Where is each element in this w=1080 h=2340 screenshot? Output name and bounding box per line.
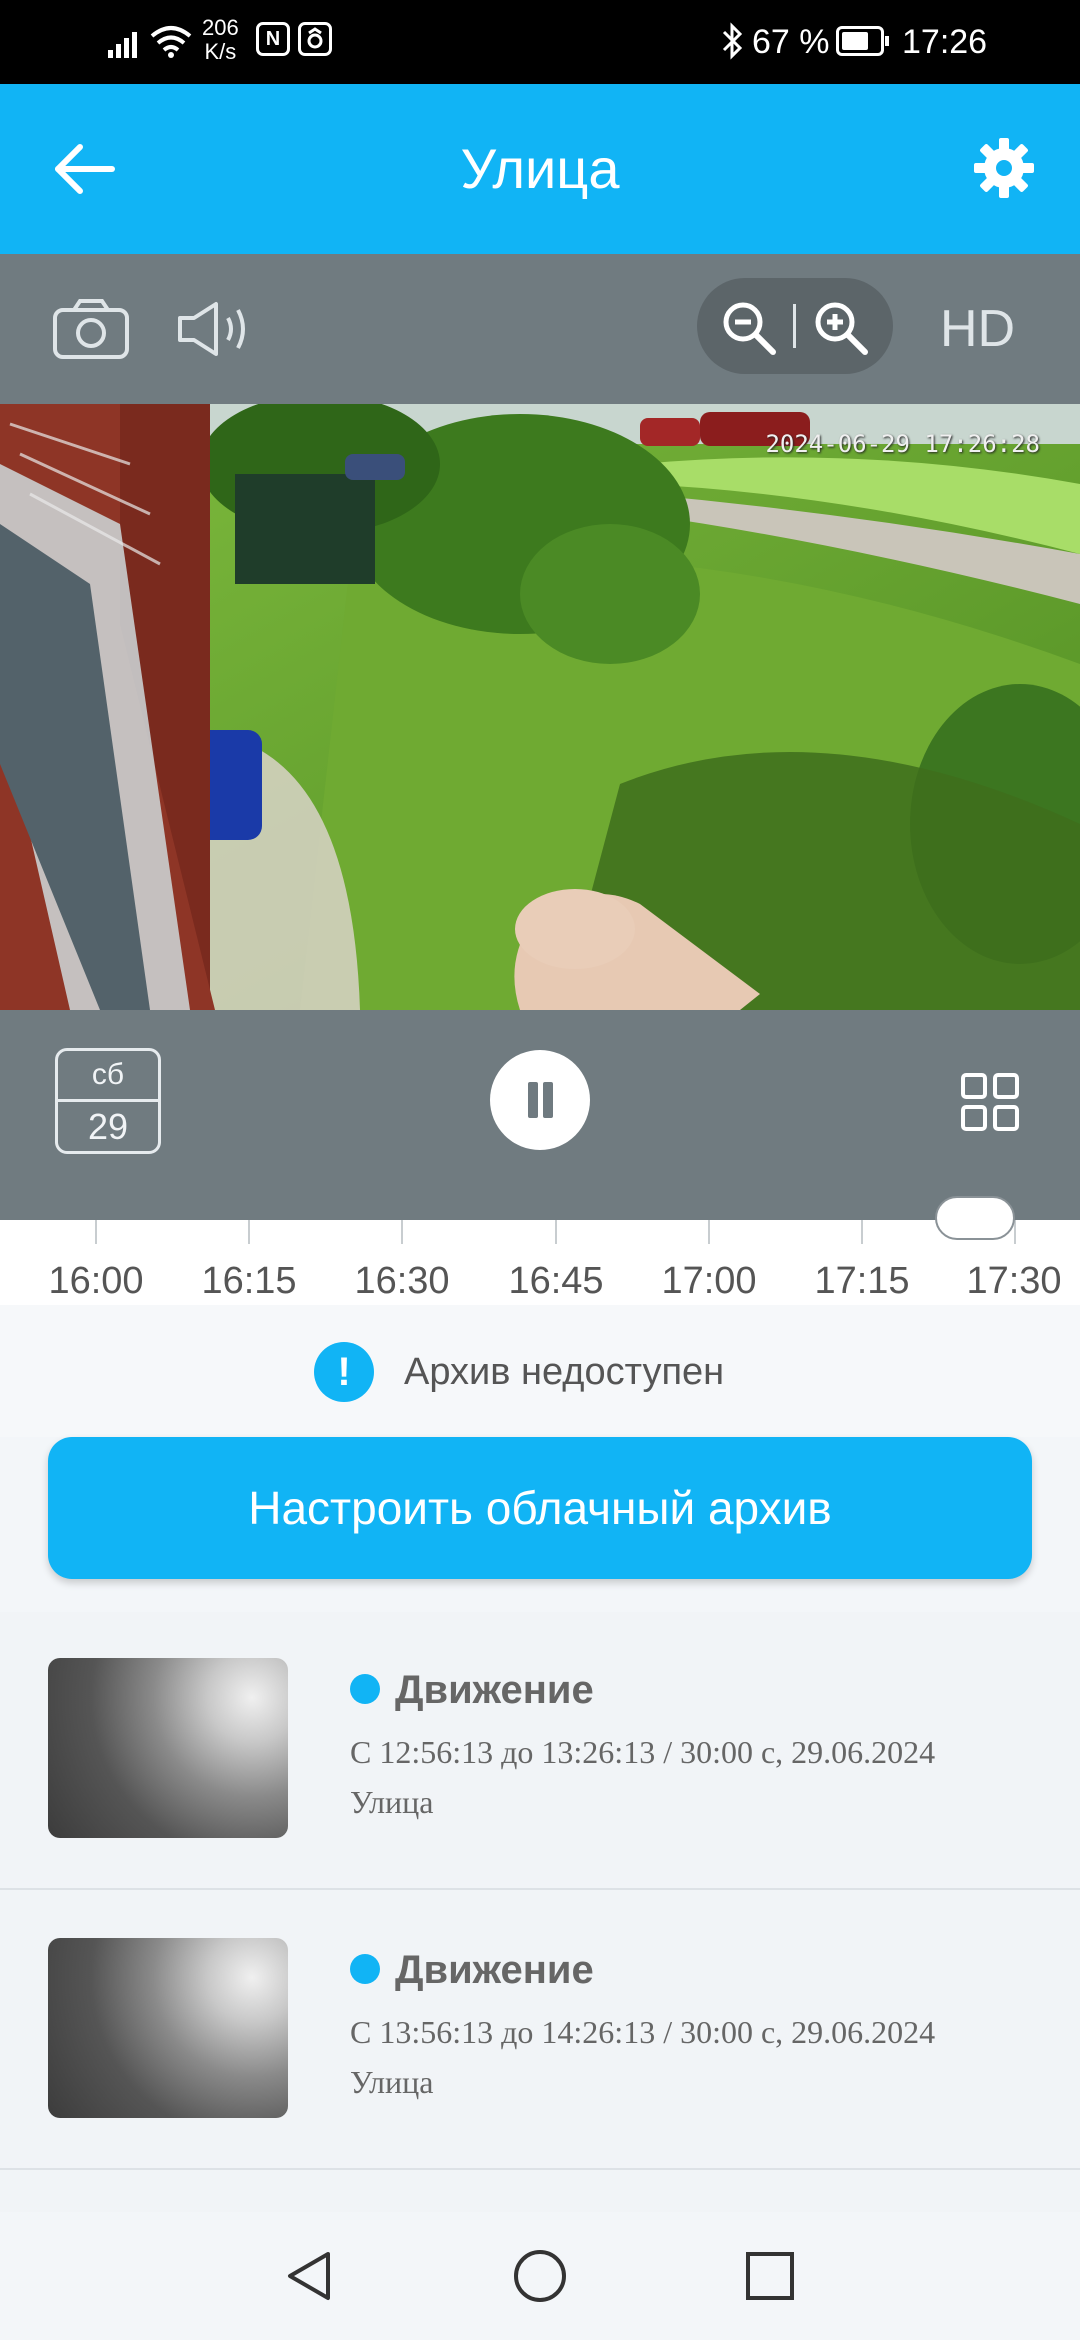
video-timestamp: 2024-06-29 17:26:28 bbox=[765, 430, 1040, 458]
zoom-out-icon[interactable] bbox=[719, 298, 779, 358]
timeline-label: 16:00 bbox=[48, 1260, 144, 1302]
timeline-tick bbox=[708, 1220, 710, 1244]
calendar-weekday: сб bbox=[58, 1051, 158, 1102]
timeline-label: 16:30 bbox=[354, 1260, 450, 1302]
archive-status-text: Архив недоступен bbox=[404, 1351, 725, 1393]
network-speed-unit: K/s bbox=[204, 39, 237, 64]
timeline-tick bbox=[861, 1220, 863, 1244]
event-type: Движение bbox=[395, 1668, 594, 1712]
camera-controls-bar: HD bbox=[0, 254, 1080, 404]
wifi-icon bbox=[150, 26, 192, 58]
camera-icon[interactable] bbox=[52, 298, 130, 360]
quality-toggle[interactable]: HD bbox=[940, 294, 1015, 364]
event-time-range: С 13:56:13 до 14:26:13 / 30:00 с, 29.06.… bbox=[350, 2014, 936, 2050]
event-thumbnail bbox=[48, 1658, 288, 1838]
app-header: Улица bbox=[0, 84, 1080, 254]
timeline-handle[interactable] bbox=[935, 1196, 1015, 1240]
calendar-day: 29 bbox=[87, 1106, 129, 1147]
timeline-label: 16:15 bbox=[201, 1260, 297, 1302]
timeline-label: 17:00 bbox=[661, 1260, 757, 1302]
nav-home-icon[interactable] bbox=[512, 2248, 568, 2304]
battery-percent: 67 % bbox=[752, 23, 830, 61]
event-time-range: С 12:56:13 до 13:26:13 / 30:00 с, 29.06.… bbox=[350, 1734, 936, 1770]
divider bbox=[0, 1888, 1080, 1890]
timeline-label: 17:30 bbox=[966, 1260, 1062, 1302]
timeline-tick bbox=[401, 1220, 403, 1244]
zoom-control bbox=[697, 278, 893, 374]
signal-icon bbox=[108, 32, 137, 58]
setup-cloud-archive-button[interactable]: Настроить облачный архив bbox=[48, 1437, 1032, 1579]
network-speed-value: 206 bbox=[202, 15, 239, 40]
nfc-icon: N bbox=[256, 22, 290, 56]
divider bbox=[0, 2168, 1080, 2170]
timeline-tick bbox=[248, 1220, 250, 1244]
page-title: Улица bbox=[460, 137, 620, 200]
event-thumbnail bbox=[48, 1938, 288, 2118]
event-item[interactable]: Движение С 13:56:13 до 14:26:13 / 30:00 … bbox=[0, 1892, 1080, 2170]
battery-icon bbox=[836, 26, 889, 56]
grid-icon[interactable] bbox=[960, 1072, 1020, 1132]
network-speed: 206 K/s bbox=[202, 16, 239, 64]
event-status-dot bbox=[350, 1674, 380, 1704]
timeline-tick bbox=[555, 1220, 557, 1244]
event-item[interactable]: Движение С 12:56:13 до 13:26:13 / 30:00 … bbox=[0, 1612, 1080, 1890]
clock: 17:26 bbox=[902, 23, 988, 61]
bluetooth-icon bbox=[722, 22, 743, 60]
system-nav-bar bbox=[0, 2212, 1080, 2340]
info-icon: ! bbox=[314, 1342, 374, 1402]
event-type: Движение bbox=[395, 1948, 594, 1992]
nav-back-icon[interactable] bbox=[282, 2248, 336, 2304]
playback-bar: сб 29 bbox=[0, 1010, 1080, 1220]
camera-video-feed[interactable]: 2024-06-29 17:26:28 bbox=[0, 404, 1080, 1010]
video-frame bbox=[0, 404, 1080, 1010]
event-list: Движение С 12:56:13 до 13:26:13 / 30:00 … bbox=[0, 1612, 1080, 2212]
archive-status: ! Архив недоступен bbox=[0, 1305, 1080, 1437]
pause-button[interactable] bbox=[490, 1050, 590, 1150]
zoom-divider bbox=[793, 304, 796, 348]
timeline[interactable]: 16:00 16:15 16:30 16:45 17:00 17:15 17:3… bbox=[0, 1220, 1080, 1305]
nav-recents-icon[interactable] bbox=[744, 2250, 796, 2302]
app-notification-icon bbox=[298, 22, 332, 56]
speaker-icon[interactable] bbox=[176, 300, 256, 358]
timeline-tick bbox=[1014, 1220, 1016, 1244]
gear-icon[interactable] bbox=[972, 136, 1036, 200]
event-status-dot bbox=[350, 1954, 380, 1984]
event-camera: Улица bbox=[350, 2064, 434, 2100]
event-camera: Улица bbox=[350, 1784, 434, 1820]
timeline-label: 16:45 bbox=[508, 1260, 604, 1302]
zoom-in-icon[interactable] bbox=[811, 298, 871, 358]
calendar-date-picker[interactable]: сб 29 bbox=[55, 1048, 161, 1154]
status-bar: 206 K/s N 67 % 17:26 bbox=[0, 0, 1080, 84]
timeline-label: 17:15 bbox=[814, 1260, 910, 1302]
timeline-tick bbox=[95, 1220, 97, 1244]
